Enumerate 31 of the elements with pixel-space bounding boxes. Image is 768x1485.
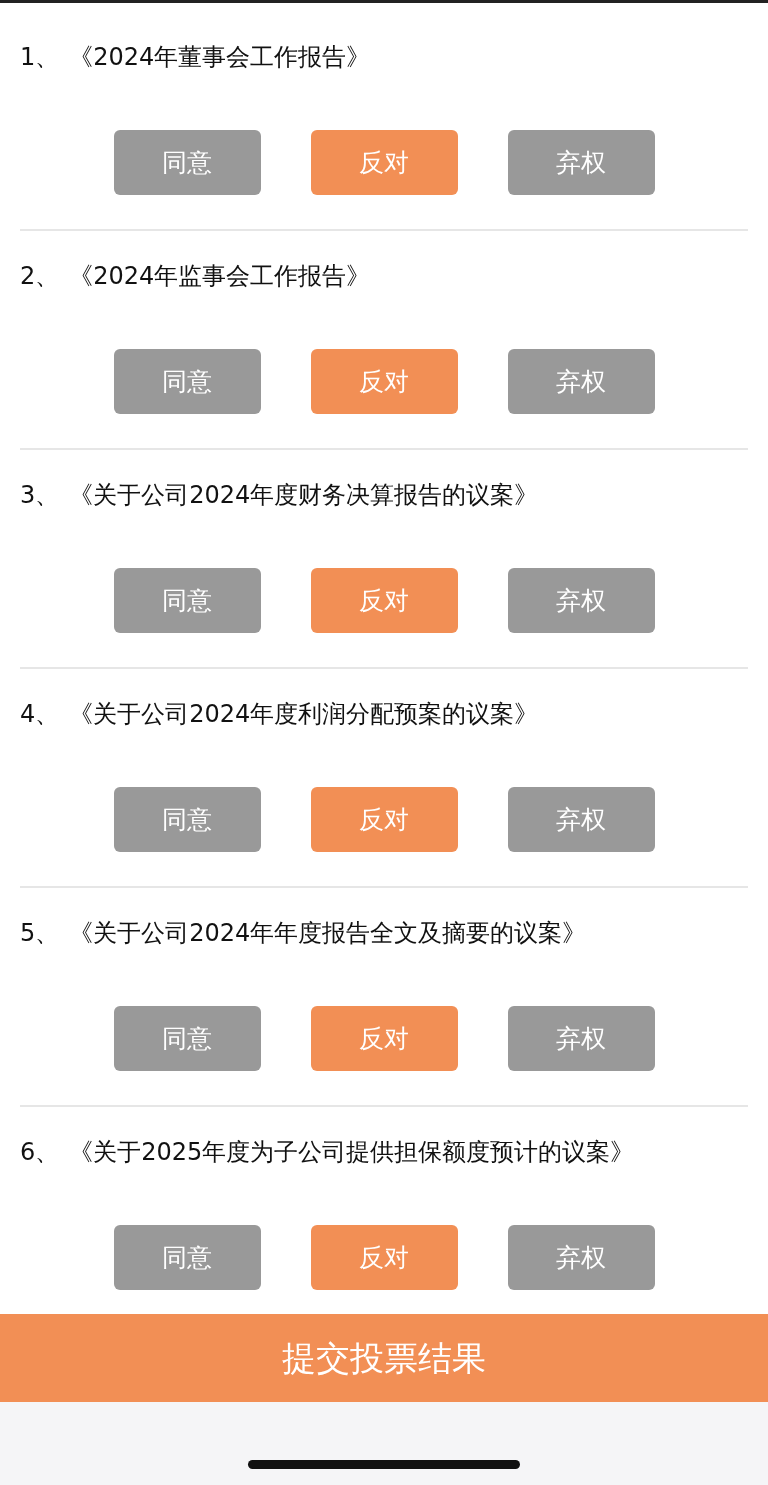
motion-title: 《关于公司2024年年度报告全文及摘要的议案》 xyxy=(69,918,587,949)
vote-option-button[interactable]: 弃权 xyxy=(507,568,655,633)
vote-option-button[interactable]: 反对 xyxy=(310,1006,458,1071)
vote-option-button[interactable]: 弃权 xyxy=(507,787,655,852)
motion-number: 3、 xyxy=(20,480,60,511)
vote-option-button[interactable]: 反对 xyxy=(310,349,458,414)
vote-option-button[interactable]: 同意 xyxy=(113,130,261,195)
vote-option-button[interactable]: 弃权 xyxy=(507,130,655,195)
motion-title: 《2024年董事会工作报告》 xyxy=(69,42,371,73)
vote-option-button[interactable]: 反对 xyxy=(310,130,458,195)
vote-option-button[interactable]: 反对 xyxy=(310,1225,458,1290)
vote-option-button[interactable]: 同意 xyxy=(113,349,261,414)
motion-title: 《关于2025年度为子公司提供担保额度预计的议案》 xyxy=(69,1137,635,1168)
vote-option-button[interactable]: 同意 xyxy=(113,1225,261,1290)
motion-title: 《关于公司2024年度利润分配预案的议案》 xyxy=(69,699,539,730)
motion-number: 6、 xyxy=(20,1137,60,1168)
motion-title: 《关于公司2024年度财务决算报告的议案》 xyxy=(69,480,539,511)
vote-option-button[interactable]: 同意 xyxy=(113,787,261,852)
submit-button[interactable]: 提交投票结果 xyxy=(0,1314,768,1402)
vote-option-button[interactable]: 同意 xyxy=(113,568,261,633)
vote-option-button[interactable]: 同意 xyxy=(113,1006,261,1071)
motion-number: 5、 xyxy=(20,918,60,949)
motion-number: 2、 xyxy=(20,261,60,292)
vote-option-button[interactable]: 弃权 xyxy=(507,349,655,414)
motion-number: 4、 xyxy=(20,699,60,730)
motion-title: 《2024年监事会工作报告》 xyxy=(69,261,371,292)
vote-option-button[interactable]: 反对 xyxy=(310,787,458,852)
vote-option-button[interactable]: 弃权 xyxy=(507,1225,655,1290)
vote-option-button[interactable]: 反对 xyxy=(310,568,458,633)
motion-number: 1、 xyxy=(20,42,60,73)
vote-option-button[interactable]: 弃权 xyxy=(507,1006,655,1071)
